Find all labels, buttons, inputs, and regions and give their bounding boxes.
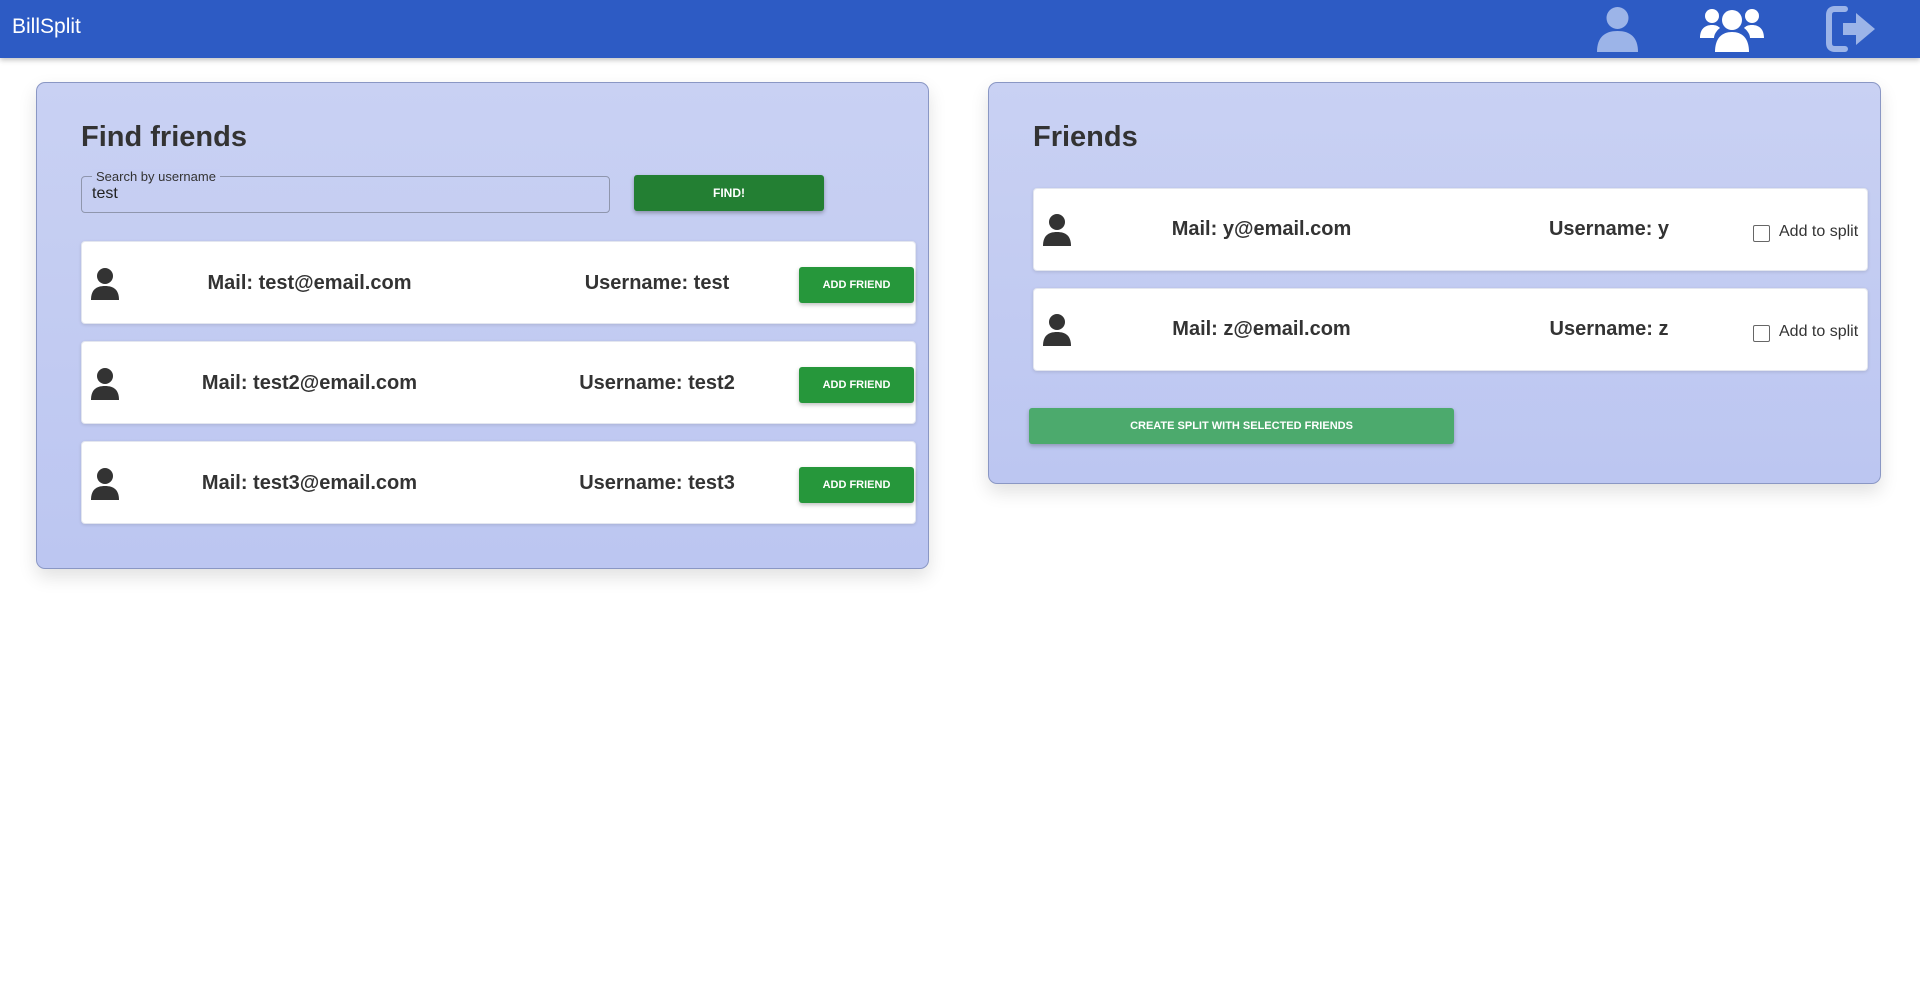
profile-nav-button[interactable]	[1595, 4, 1640, 54]
users-icon	[1700, 9, 1764, 52]
search-field[interactable]: Search by username	[81, 169, 610, 213]
find-button[interactable]: FIND!	[634, 175, 824, 211]
friends-nav-button[interactable]	[1700, 4, 1764, 54]
add-friend-button[interactable]: ADD FRIEND	[799, 467, 914, 503]
user-icon	[1597, 7, 1638, 52]
result-username: Username: test	[584, 272, 730, 294]
add-to-split-checkbox[interactable]	[1753, 225, 1770, 242]
add-to-split-label[interactable]: Add to split	[1779, 323, 1858, 341]
app-title: BillSplit	[12, 15, 81, 38]
friends-panel: Friends Mail: y@email.com Username: y Ad…	[988, 82, 1881, 484]
find-friends-title: Find friends	[81, 121, 247, 153]
friend-username: Username: z	[1549, 318, 1669, 340]
friend-mail: Mail: z@email.com	[1172, 318, 1351, 340]
add-friend-button[interactable]: ADD FRIEND	[799, 267, 914, 303]
add-to-split-checkbox[interactable]	[1753, 325, 1770, 342]
result-mail: Mail: test@email.com	[207, 272, 412, 294]
find-friends-panel: Find friends Search by username FIND! Ma…	[36, 82, 929, 569]
top-app-bar: BillSplit	[0, 0, 1920, 58]
search-result-row: Mail: test3@email.com Username: test3 AD…	[81, 441, 916, 524]
sign-out-icon	[1826, 6, 1875, 52]
result-username: Username: test3	[579, 472, 735, 494]
search-result-row: Mail: test2@email.com Username: test2 AD…	[81, 341, 916, 424]
create-split-button[interactable]: CREATE SPLIT WITH SELECTED FRIENDS	[1029, 408, 1454, 444]
friends-title: Friends	[1033, 121, 1138, 153]
search-result-row: Mail: test@email.com Username: test ADD …	[81, 241, 916, 324]
result-username: Username: test2	[579, 372, 735, 394]
search-field-label: Search by username	[92, 169, 220, 184]
logout-nav-button[interactable]	[1825, 4, 1879, 54]
friend-mail: Mail: y@email.com	[1171, 218, 1352, 240]
add-to-split-label[interactable]: Add to split	[1779, 223, 1858, 241]
friend-row: Mail: y@email.com Username: y Add to spl…	[1033, 188, 1868, 271]
friend-row: Mail: z@email.com Username: z Add to spl…	[1033, 288, 1868, 371]
result-mail: Mail: test3@email.com	[201, 472, 418, 494]
result-mail: Mail: test2@email.com	[201, 372, 418, 394]
add-friend-button[interactable]: ADD FRIEND	[799, 367, 914, 403]
friend-username: Username: y	[1548, 218, 1670, 240]
search-input[interactable]	[92, 185, 592, 203]
